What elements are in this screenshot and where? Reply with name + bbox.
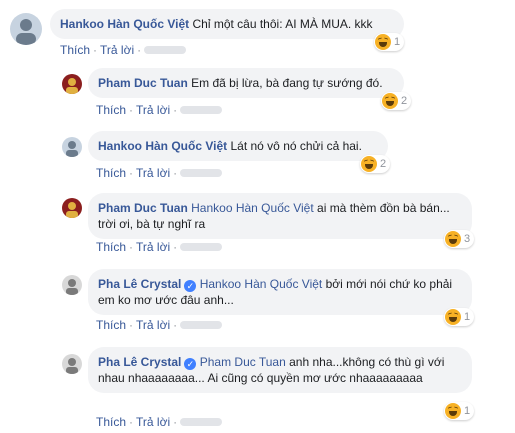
comment-author[interactable]: Pham Duc Tuan bbox=[98, 201, 188, 215]
avatar[interactable] bbox=[62, 275, 82, 295]
comment-text: Lát nó vô nó chửi cả hai. bbox=[230, 139, 362, 153]
reaction-summary[interactable]: 1 bbox=[374, 33, 405, 51]
reply-comment: Hankoo Hàn Quốc Việt Lát nó vô nó chửi c… bbox=[0, 125, 515, 185]
timestamp-blurred bbox=[180, 321, 223, 329]
profile-photo-icon bbox=[16, 19, 36, 45]
reaction-summary[interactable]: 3 bbox=[444, 230, 475, 248]
verified-badge-icon: ✓ bbox=[184, 358, 197, 370]
comment-actions: Thích · Trả lời · bbox=[96, 240, 223, 254]
reply-comment: Pham Duc Tuan Em đã bị lừa, bà đang tự s… bbox=[0, 62, 515, 122]
like-link[interactable]: Thích bbox=[60, 43, 90, 57]
reaction-count: 2 bbox=[401, 95, 408, 107]
profile-photo-icon bbox=[66, 141, 78, 157]
like-link[interactable]: Thích bbox=[96, 415, 126, 429]
haha-icon bbox=[445, 403, 461, 419]
reply-link[interactable]: Trả lời bbox=[136, 166, 170, 180]
reply-link[interactable]: Trả lời bbox=[136, 240, 170, 254]
like-link[interactable]: Thích bbox=[96, 166, 126, 180]
reaction-summary[interactable]: 2 bbox=[360, 155, 391, 173]
avatar[interactable] bbox=[62, 74, 82, 94]
comment-author[interactable]: Pha Lê Crystal bbox=[98, 355, 181, 369]
mention-link[interactable]: Pham Duc Tuan bbox=[200, 355, 286, 369]
reaction-count: 1 bbox=[464, 311, 471, 323]
like-link[interactable]: Thích bbox=[96, 318, 126, 332]
profile-photo-icon bbox=[66, 78, 78, 94]
like-link[interactable]: Thích bbox=[96, 103, 126, 117]
comment-author[interactable]: Pham Duc Tuan bbox=[98, 76, 188, 90]
comment-bubble: Pha Lê Crystal ✓ Hankoo Hàn Quốc Việt bởi… bbox=[88, 269, 472, 315]
reply-link[interactable]: Trả lời bbox=[100, 43, 134, 57]
comment-bubble: Pham Duc Tuan Hankoo Hàn Quốc Việt ai mà… bbox=[88, 193, 472, 239]
reaction-summary[interactable]: 1 bbox=[444, 308, 475, 326]
avatar[interactable] bbox=[62, 354, 82, 374]
reply-link[interactable]: Trả lời bbox=[136, 415, 170, 429]
mention-link[interactable]: Hankoo Hàn Quốc Việt bbox=[200, 277, 323, 291]
like-link[interactable]: Thích bbox=[96, 240, 126, 254]
reaction-summary[interactable]: 2 bbox=[381, 92, 412, 110]
avatar[interactable] bbox=[62, 198, 82, 218]
timestamp-blurred bbox=[180, 243, 223, 251]
comment-bubble: Hankoo Hàn Quốc Việt Chỉ một câu thôi: A… bbox=[50, 9, 404, 39]
comment-text: Em đã bị lừa, bà đang tự sướng đó. bbox=[191, 76, 383, 90]
avatar[interactable] bbox=[10, 13, 42, 45]
comment-actions: Thích · Trả lời · bbox=[96, 103, 223, 117]
reaction-summary[interactable]: 1 bbox=[444, 402, 475, 420]
reply-comment: Pha Lê Crystal ✓ Hankoo Hàn Quốc Việt bởi… bbox=[0, 266, 515, 340]
timestamp-blurred bbox=[144, 46, 187, 54]
haha-icon bbox=[445, 231, 461, 247]
reply-comment: Pha Lê Crystal ✓ Pham Duc Tuan anh nha...… bbox=[0, 345, 515, 433]
comment-author[interactable]: Pha Lê Crystal bbox=[98, 277, 181, 291]
mention-link[interactable]: Hankoo Hàn Quốc Việt bbox=[191, 201, 314, 215]
comment-bubble: Hankoo Hàn Quốc Việt Lát nó vô nó chửi c… bbox=[88, 131, 388, 161]
reaction-count: 3 bbox=[464, 233, 471, 245]
comment-bubble: Pha Lê Crystal ✓ Pham Duc Tuan anh nha...… bbox=[88, 347, 472, 393]
reply-comment: Pham Duc Tuan Hankoo Hàn Quốc Việt ai mà… bbox=[0, 190, 515, 260]
haha-icon bbox=[445, 309, 461, 325]
timestamp-blurred bbox=[180, 106, 223, 114]
profile-photo-icon bbox=[66, 358, 78, 374]
comment-actions: Thích · Trả lời · bbox=[96, 415, 223, 429]
profile-photo-icon bbox=[66, 279, 78, 295]
verified-badge-icon: ✓ bbox=[184, 280, 197, 292]
comment-actions: Thích · Trả lời · bbox=[60, 43, 187, 57]
profile-photo-icon bbox=[66, 202, 78, 218]
reply-link[interactable]: Trả lời bbox=[136, 103, 170, 117]
comment-bubble: Pham Duc Tuan Em đã bị lừa, bà đang tự s… bbox=[88, 68, 404, 98]
timestamp-blurred bbox=[180, 418, 223, 426]
comment-author[interactable]: Hankoo Hàn Quốc Việt bbox=[60, 17, 189, 31]
comment: Hankoo Hàn Quốc Việt Chỉ một câu thôi: A… bbox=[0, 0, 515, 60]
avatar[interactable] bbox=[62, 137, 82, 157]
reaction-count: 1 bbox=[394, 36, 401, 48]
reaction-count: 1 bbox=[464, 405, 471, 417]
timestamp-blurred bbox=[180, 169, 223, 177]
comment-actions: Thích · Trả lời · bbox=[96, 318, 223, 332]
haha-icon bbox=[382, 93, 398, 109]
reaction-count: 2 bbox=[380, 158, 387, 170]
haha-icon bbox=[375, 34, 391, 50]
comment-author[interactable]: Hankoo Hàn Quốc Việt bbox=[98, 139, 227, 153]
comment-actions: Thích · Trả lời · bbox=[96, 166, 223, 180]
haha-icon bbox=[361, 156, 377, 172]
reply-link[interactable]: Trả lời bbox=[136, 318, 170, 332]
comment-text: Chỉ một câu thôi: AI MÀ MUA. kkk bbox=[192, 17, 373, 31]
